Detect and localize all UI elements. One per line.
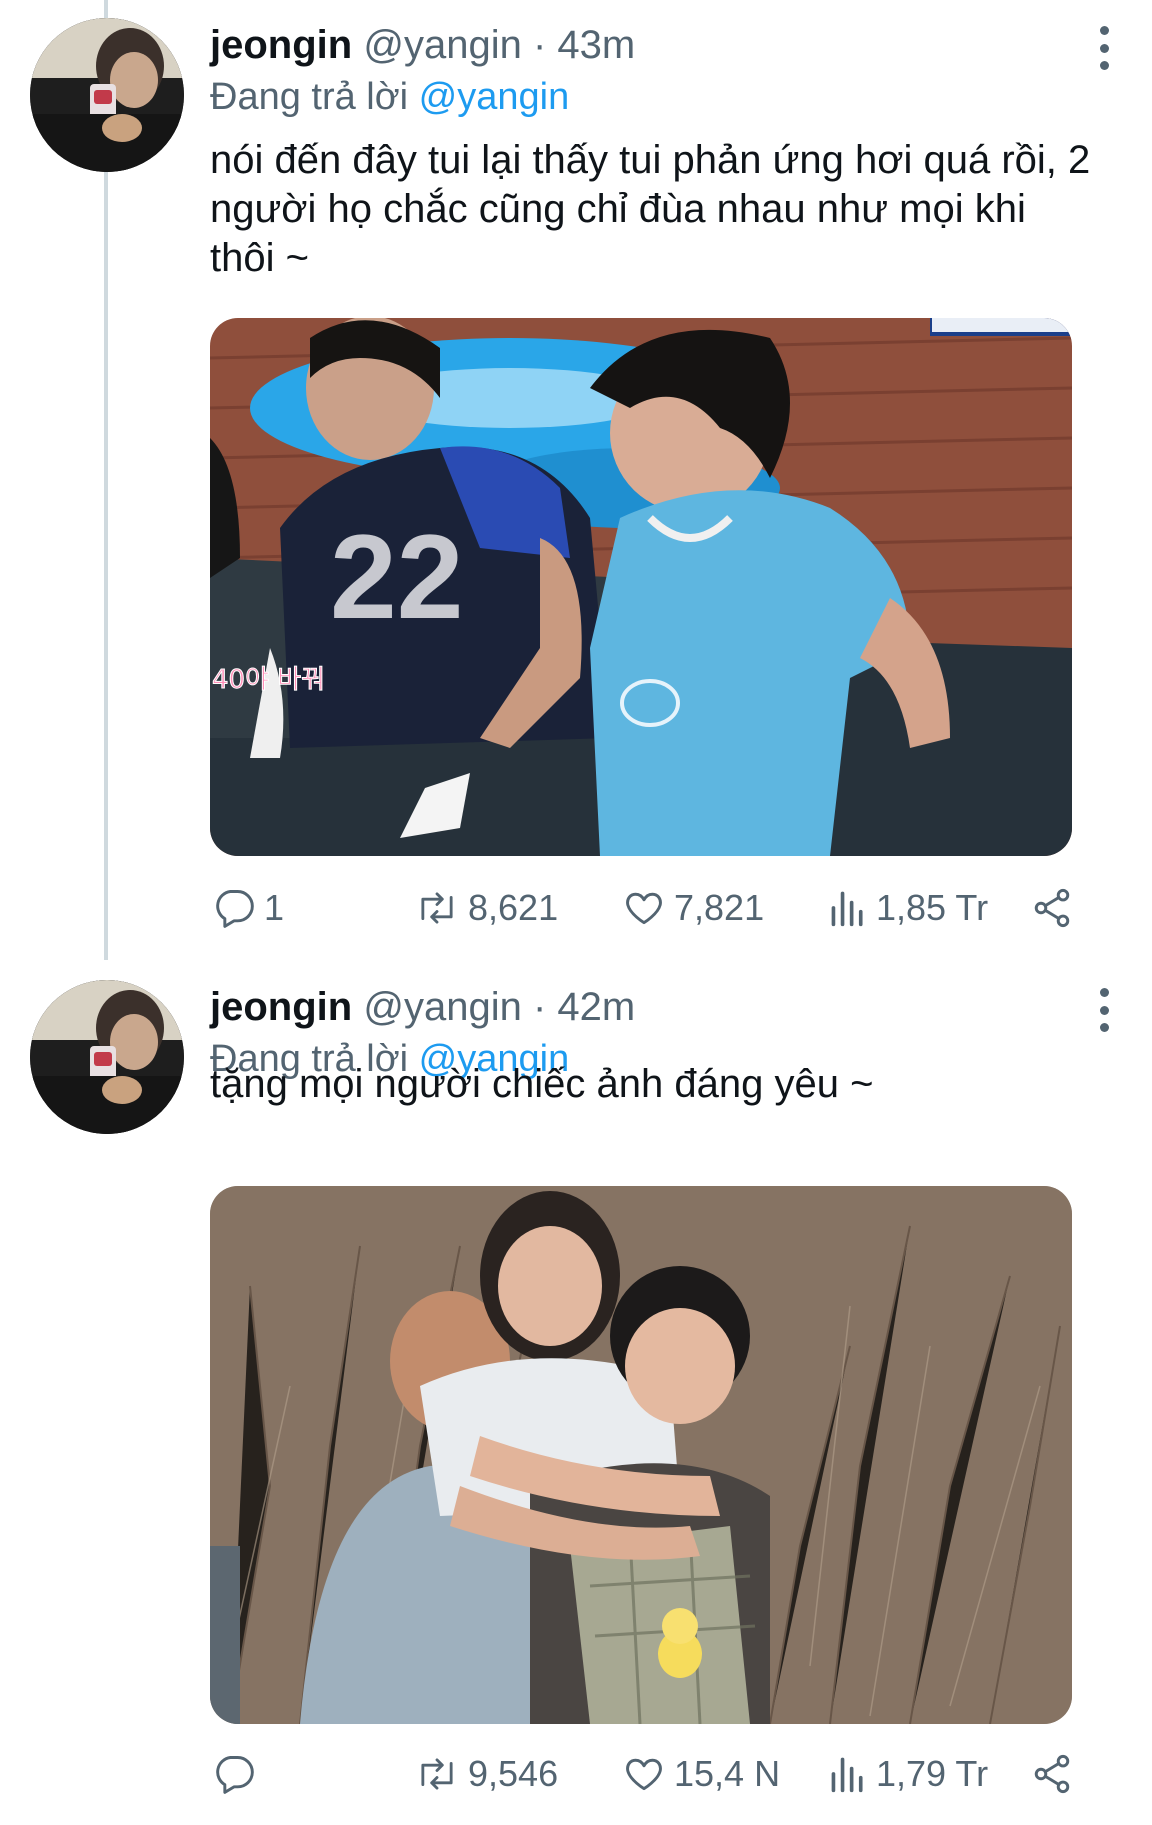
like-count: 7,821 [674,887,765,928]
share-icon [1034,1754,1070,1794]
like-icon [626,1758,662,1791]
like-button[interactable]: 7,821 [622,878,764,938]
photo-pool-scene: 22 40야 바꿔 [210,318,1072,856]
like-count: 15,4 N [674,1753,781,1794]
replying-to-label: Đang trả lời [210,76,409,118]
retweet-icon [421,1758,453,1790]
more-options-icon[interactable] [1092,988,1116,1032]
retweet-icon [421,892,453,924]
retweet-count: 8,621 [468,887,559,928]
display-name[interactable]: jeongin [210,985,352,1029]
avatar-image [30,18,184,172]
avatar[interactable] [30,18,184,172]
tweet-text: tặng mọi người chiếc ảnh đáng yêu ~ [210,1062,874,1106]
tweet-text: nói đến đây tui lại thấy tui phản ứng hơ… [210,138,1091,280]
retweet-button[interactable]: 8,621 [414,878,558,938]
retweet-button[interactable]: 9,546 [414,1744,558,1804]
retweet-count: 9,546 [468,1753,559,1794]
views-icon [831,891,863,927]
more-options-icon[interactable] [1092,26,1116,70]
like-icon [626,892,662,925]
replying-to: Đang trả lời @yangin [210,74,569,120]
view-count: 1,79 Tr [876,1753,989,1794]
tweet[interactable]: jeongin @yangin · 42m Đang trả lời @yang… [0,962,1152,1825]
user-handle[interactable]: @yangin [363,985,521,1029]
svg-text:22: 22 [330,510,463,644]
share-icon [1034,888,1070,928]
tweet-actions: 9,546 15,4 N 1,79 Tr [210,1744,1080,1804]
replying-to-mention[interactable]: @yangin [419,76,570,118]
views-button[interactable]: 1,85 Tr [828,878,988,938]
separator-dot: · [532,23,558,67]
avatar-image [30,980,184,1134]
reply-button[interactable]: 1 [212,878,284,938]
tweet-photo[interactable] [210,1186,1072,1724]
views-icon [831,1757,863,1793]
display-name[interactable]: jeongin [210,23,352,67]
tweet-photo[interactable]: 22 40야 바꿔 [210,318,1072,856]
tweet-header: jeongin @yangin · 42m [210,984,1062,1030]
user-handle[interactable]: @yangin [363,23,521,67]
reply-icon [216,890,254,928]
share-button[interactable] [1030,1744,1074,1804]
view-count: 1,85 Tr [876,887,989,928]
reply-count: 1 [264,887,285,928]
tweet-time[interactable]: 42m [557,985,635,1029]
photo-field-scene [210,1186,1072,1724]
tweet-header: jeongin @yangin · 43m [210,22,1062,68]
like-button[interactable]: 15,4 N [622,1744,780,1804]
reply-button[interactable] [212,1744,264,1804]
photo-caption: 40야 바꿔 [212,665,325,695]
tweet[interactable]: jeongin @yangin · 43m Đang trả lời @yang… [0,0,1152,962]
avatar[interactable] [30,980,184,1134]
tweet-actions: 1 8,621 7,821 1,85 Tr [210,878,1080,938]
reply-icon [216,1756,254,1794]
tweet-time[interactable]: 43m [557,23,635,67]
share-button[interactable] [1030,878,1074,938]
separator-dot: · [532,985,558,1029]
views-button[interactable]: 1,79 Tr [828,1744,988,1804]
